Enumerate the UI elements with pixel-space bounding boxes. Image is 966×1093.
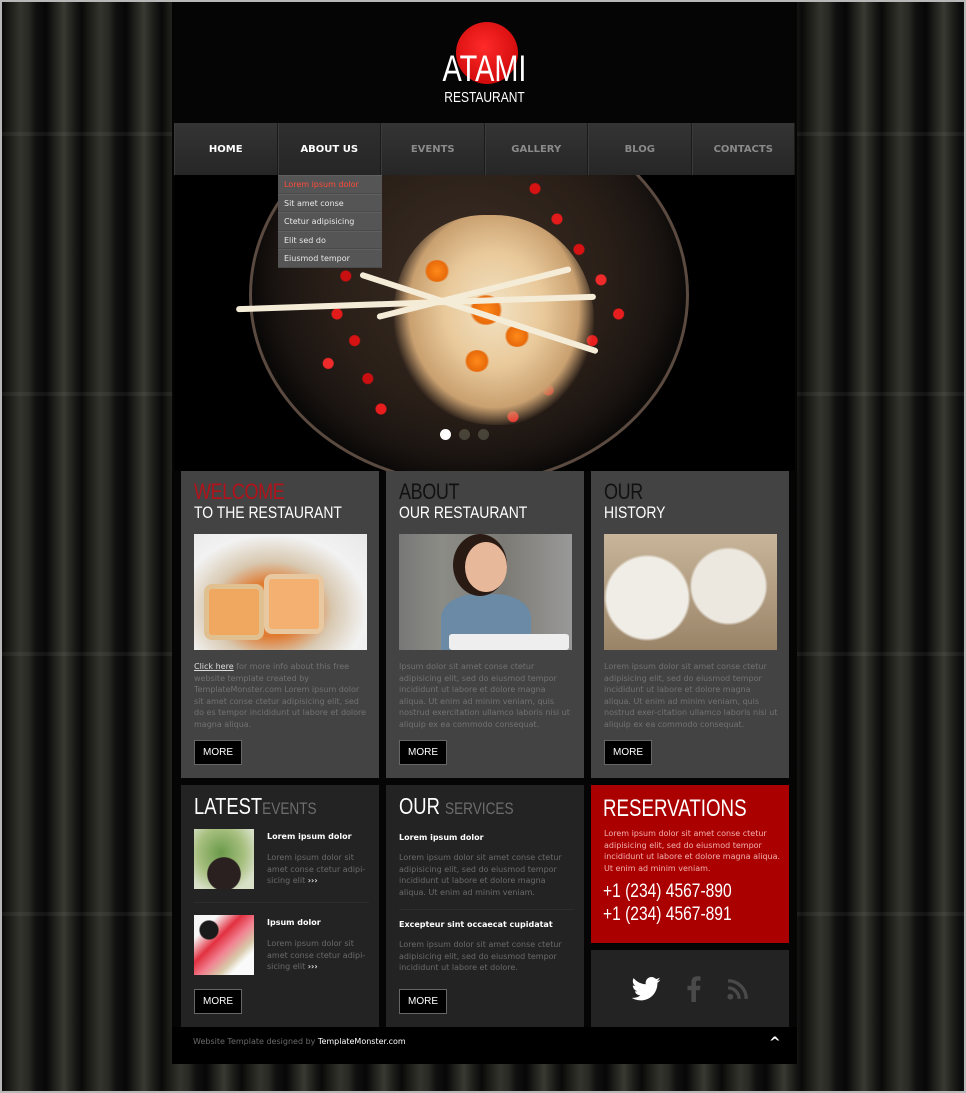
logo-subtitle: RESTAURANT	[444, 89, 525, 106]
heading-line1: ABOUT	[399, 479, 460, 504]
heading-line2: TO THE RESTAURANT	[194, 503, 342, 522]
welcome-text-body: for more info about this free website te…	[194, 662, 367, 729]
slider-pagination	[440, 429, 489, 440]
back-to-top-icon[interactable]: ^	[769, 1035, 781, 1051]
our-services-box: OUR SERVICES Lorem ipsum dolor Lorem ips…	[386, 785, 584, 1027]
events-more-button[interactable]: MORE	[194, 989, 242, 1014]
event-more-link[interactable]: ›››	[308, 876, 318, 885]
dropdown-item-5[interactable]: Eiusmod tempor	[278, 249, 382, 268]
divider	[399, 909, 574, 910]
rss-icon[interactable]	[727, 978, 749, 1000]
slider-dot-2[interactable]	[459, 429, 470, 440]
sushi-roll-image	[194, 534, 367, 650]
reservations-box: RESERVATIONS Lorem ipsum dolor sit amet …	[591, 785, 789, 943]
heading-line1: WELCOME	[194, 479, 285, 504]
phone-number: +1 (234) 4567-890	[603, 881, 732, 902]
about-text: Ipsum dolor sit amet conse ctetur adipis…	[399, 662, 570, 729]
slide-image-roe	[464, 350, 490, 372]
service-item: Lorem ipsum dolor Lorem ipsum dolor sit …	[399, 833, 574, 898]
event-thumbnail[interactable]	[194, 915, 254, 975]
heading-strong: OUR	[399, 793, 440, 819]
welcome-text: Click here for more info about this free…	[194, 661, 369, 731]
footer: Website Template designed by TemplateMon…	[172, 1027, 797, 1064]
phone-number: +1 (234) 4567-891	[603, 904, 732, 925]
twitter-icon[interactable]	[631, 976, 661, 1001]
service-text: Lorem ipsum dolor sit amet conse ctetur …	[399, 853, 562, 897]
logo[interactable]: ATAMI RESTAURANT	[172, 2, 797, 122]
event-more-link[interactable]: ›››	[308, 962, 318, 971]
heading-line1: OUR	[604, 479, 643, 504]
main-nav: HOME ABOUT US EVENTS GALLERY BLOG CONTAC…	[174, 123, 795, 175]
reservations-text: Lorem ipsum dolor sit amet conse ctetur …	[604, 829, 781, 873]
click-here-link[interactable]: Click here	[194, 662, 234, 671]
slider-dot-1[interactable]	[440, 429, 451, 440]
about-more-button[interactable]: MORE	[399, 740, 447, 765]
footer-copyright: Website Template designed by TemplateMon…	[193, 1037, 406, 1046]
event-title[interactable]: Ipsum dolor	[267, 918, 321, 927]
social-links	[591, 950, 789, 1027]
heading-line2: HISTORY	[604, 503, 666, 522]
history-more-button[interactable]: MORE	[604, 740, 652, 765]
slider-dot-3[interactable]	[478, 429, 489, 440]
nav-item-home[interactable]: HOME	[174, 123, 278, 175]
footer-text: Website Template designed by	[193, 1037, 318, 1046]
woman-figure	[465, 542, 507, 592]
service-title: Excepteur sint occaecat cupidatat	[399, 920, 553, 929]
heading-light: SERVICES	[445, 799, 514, 818]
templatemonster-link[interactable]: TemplateMonster.com	[318, 1037, 406, 1046]
sushi-piece	[264, 574, 324, 634]
event-text: Lorem ipsum dolor sit amet conse ctetur …	[267, 938, 367, 973]
dropdown-item-3[interactable]: Ctetur adipisicing	[278, 212, 382, 231]
about-box: ABOUT OUR RESTAURANT Ipsum dolor sit ame…	[386, 471, 584, 778]
nav-item-blog[interactable]: BLOG	[588, 123, 692, 175]
plate	[449, 634, 569, 650]
event-item: Lorem ipsum dolor Lorem ipsum dolor sit …	[194, 829, 369, 891]
about-heading: ABOUT OUR RESTAURANT	[399, 479, 555, 522]
service-item: Excepteur sint occaecat cupidatat Lorem …	[399, 920, 574, 974]
slide-image-roe	[424, 260, 450, 282]
event-item: Ipsum dolor Lorem ipsum dolor sit amet c…	[194, 915, 369, 977]
sushi-rolls-image	[604, 534, 777, 650]
heading-strong: LATEST	[194, 793, 263, 819]
nav-item-contacts[interactable]: CONTACTS	[691, 123, 795, 175]
latest-events-heading: LATESTEVENTS	[194, 795, 347, 818]
welcome-heading: WELCOME TO THE RESTAURANT	[194, 479, 374, 522]
event-title[interactable]: Lorem ipsum dolor	[267, 832, 352, 841]
history-heading: OUR HISTORY	[604, 479, 679, 522]
service-title: Lorem ipsum dolor	[399, 833, 484, 842]
event-thumbnail[interactable]	[194, 829, 254, 889]
service-text: Lorem ipsum dolor sit amet conse ctetur …	[399, 940, 562, 973]
our-services-heading: OUR SERVICES	[399, 795, 542, 818]
page-background: ATAMI RESTAURANT HOME ABOUT US EVENTS GA…	[2, 2, 964, 1091]
nav-item-events[interactable]: EVENTS	[381, 123, 485, 175]
sushi-piece	[204, 584, 264, 640]
event-text: Lorem ipsum dolor sit amet conse ctetur …	[267, 852, 367, 887]
history-text: Lorem ipsum dolor sit amet conse ctetur …	[604, 662, 778, 729]
dropdown-item-4[interactable]: Elit sed do	[278, 230, 382, 249]
divider	[194, 902, 369, 903]
nav-item-gallery[interactable]: GALLERY	[484, 123, 588, 175]
welcome-box: WELCOME TO THE RESTAURANT Click here for…	[181, 471, 379, 778]
welcome-more-button[interactable]: MORE	[194, 740, 242, 765]
history-box: OUR HISTORY Lorem ipsum dolor sit amet c…	[591, 471, 789, 778]
dropdown-item-2[interactable]: Sit amet conse	[278, 193, 382, 212]
dropdown-item-1[interactable]: Lorem ipsum dolor	[278, 175, 382, 194]
heading-line2: OUR RESTAURANT	[399, 503, 528, 522]
heading-light: EVENTS	[262, 799, 317, 818]
reservations-heading: RESERVATIONS	[603, 795, 747, 822]
logo-title: ATAMI	[442, 48, 527, 89]
site-container: ATAMI RESTAURANT HOME ABOUT US EVENTS GA…	[172, 2, 797, 1064]
about-us-dropdown: Lorem ipsum dolor Sit amet conse Ctetur …	[278, 175, 382, 268]
latest-events-box: LATESTEVENTS Lorem ipsum dolor Lorem ips…	[181, 785, 379, 1027]
services-more-button[interactable]: MORE	[399, 989, 447, 1014]
facebook-icon[interactable]	[687, 975, 701, 1002]
hero-slider[interactable]	[174, 175, 795, 471]
nav-item-about-us[interactable]: ABOUT US	[277, 123, 381, 175]
woman-eating-image	[399, 534, 572, 650]
